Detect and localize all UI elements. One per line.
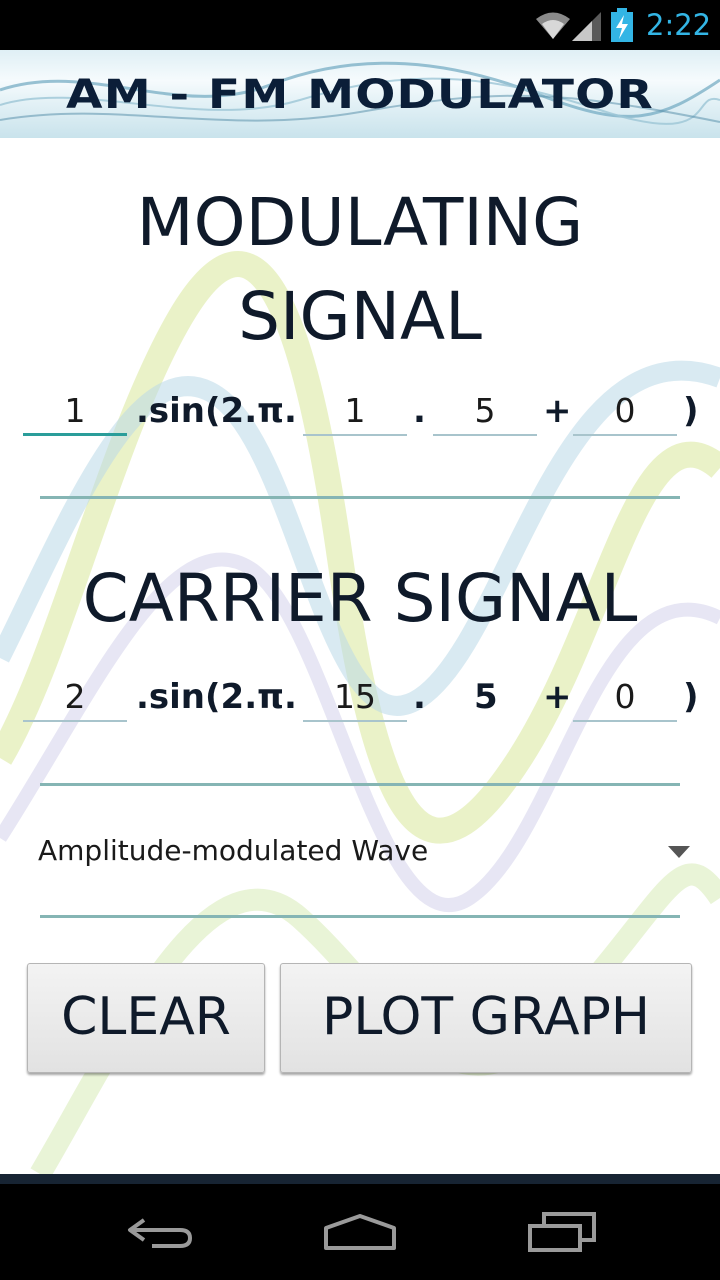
status-bar: 2:22 [0, 0, 720, 50]
carrier-amplitude-input[interactable]: 2 [23, 674, 127, 722]
modulating-decimal-point: . [413, 391, 426, 431]
cell-signal-icon [572, 12, 601, 41]
carrier-phase-input[interactable]: 0 [573, 674, 677, 722]
wave-type-dropdown[interactable]: Amplitude-modulated Wave [38, 824, 694, 884]
navigation-bar [0, 1184, 720, 1280]
modulating-amplitude-input[interactable]: 1 [23, 388, 127, 436]
modulating-sin-label: .sin(2.π. [136, 391, 297, 431]
modulating-signal-heading: MODULATING SIGNAL [136, 184, 584, 355]
status-clock: 2:22 [646, 8, 712, 42]
modulating-phase-input[interactable]: 0 [573, 388, 677, 436]
wave-type-selected: Amplitude-modulated Wave [38, 834, 429, 867]
dropdown-divider [40, 915, 680, 918]
plot-graph-button[interactable]: PLOT GRAPH [280, 963, 692, 1073]
carrier-equation: 2 .sin(2.π. 15 . 5 + 0 ) [0, 674, 720, 734]
carrier-frequency-integer-input[interactable]: 15 [303, 674, 407, 722]
carrier-decimal-point: . [413, 677, 426, 717]
app-banner: AM - FM MODULATOR [0, 50, 720, 138]
carrier-close-paren: ) [683, 677, 699, 717]
recent-apps-icon[interactable] [526, 1212, 598, 1252]
carrier-frequency-fraction-value: 5 [474, 677, 498, 717]
carrier-sin-label: .sin(2.π. [136, 677, 297, 717]
app-title: AM - FM MODULATOR [66, 72, 654, 118]
clear-button[interactable]: CLEAR [27, 963, 265, 1073]
back-icon[interactable] [124, 1212, 196, 1252]
home-icon[interactable] [322, 1212, 398, 1252]
modulating-frequency-integer-input[interactable]: 1 [303, 388, 407, 436]
modulating-close-paren: ) [683, 391, 699, 431]
wifi-icon [536, 12, 570, 39]
dropdown-arrow-icon [668, 846, 690, 858]
carrier-signal-heading: CARRIER SIGNAL [82, 560, 638, 637]
modulating-frequency-fraction-input[interactable]: 5 [433, 388, 537, 436]
nav-strip [0, 1174, 720, 1184]
modulating-divider [40, 496, 680, 499]
modulating-plus-sign: + [543, 391, 572, 431]
modulating-equation: 1 .sin(2.π. 1 . 5 + 0 ) [0, 388, 720, 448]
carrier-divider [40, 783, 680, 786]
battery-charging-icon [611, 8, 633, 42]
carrier-plus-sign: + [543, 677, 572, 717]
main-content: MODULATING SIGNAL 1 .sin(2.π. 1 . 5 + 0 … [0, 138, 720, 1174]
